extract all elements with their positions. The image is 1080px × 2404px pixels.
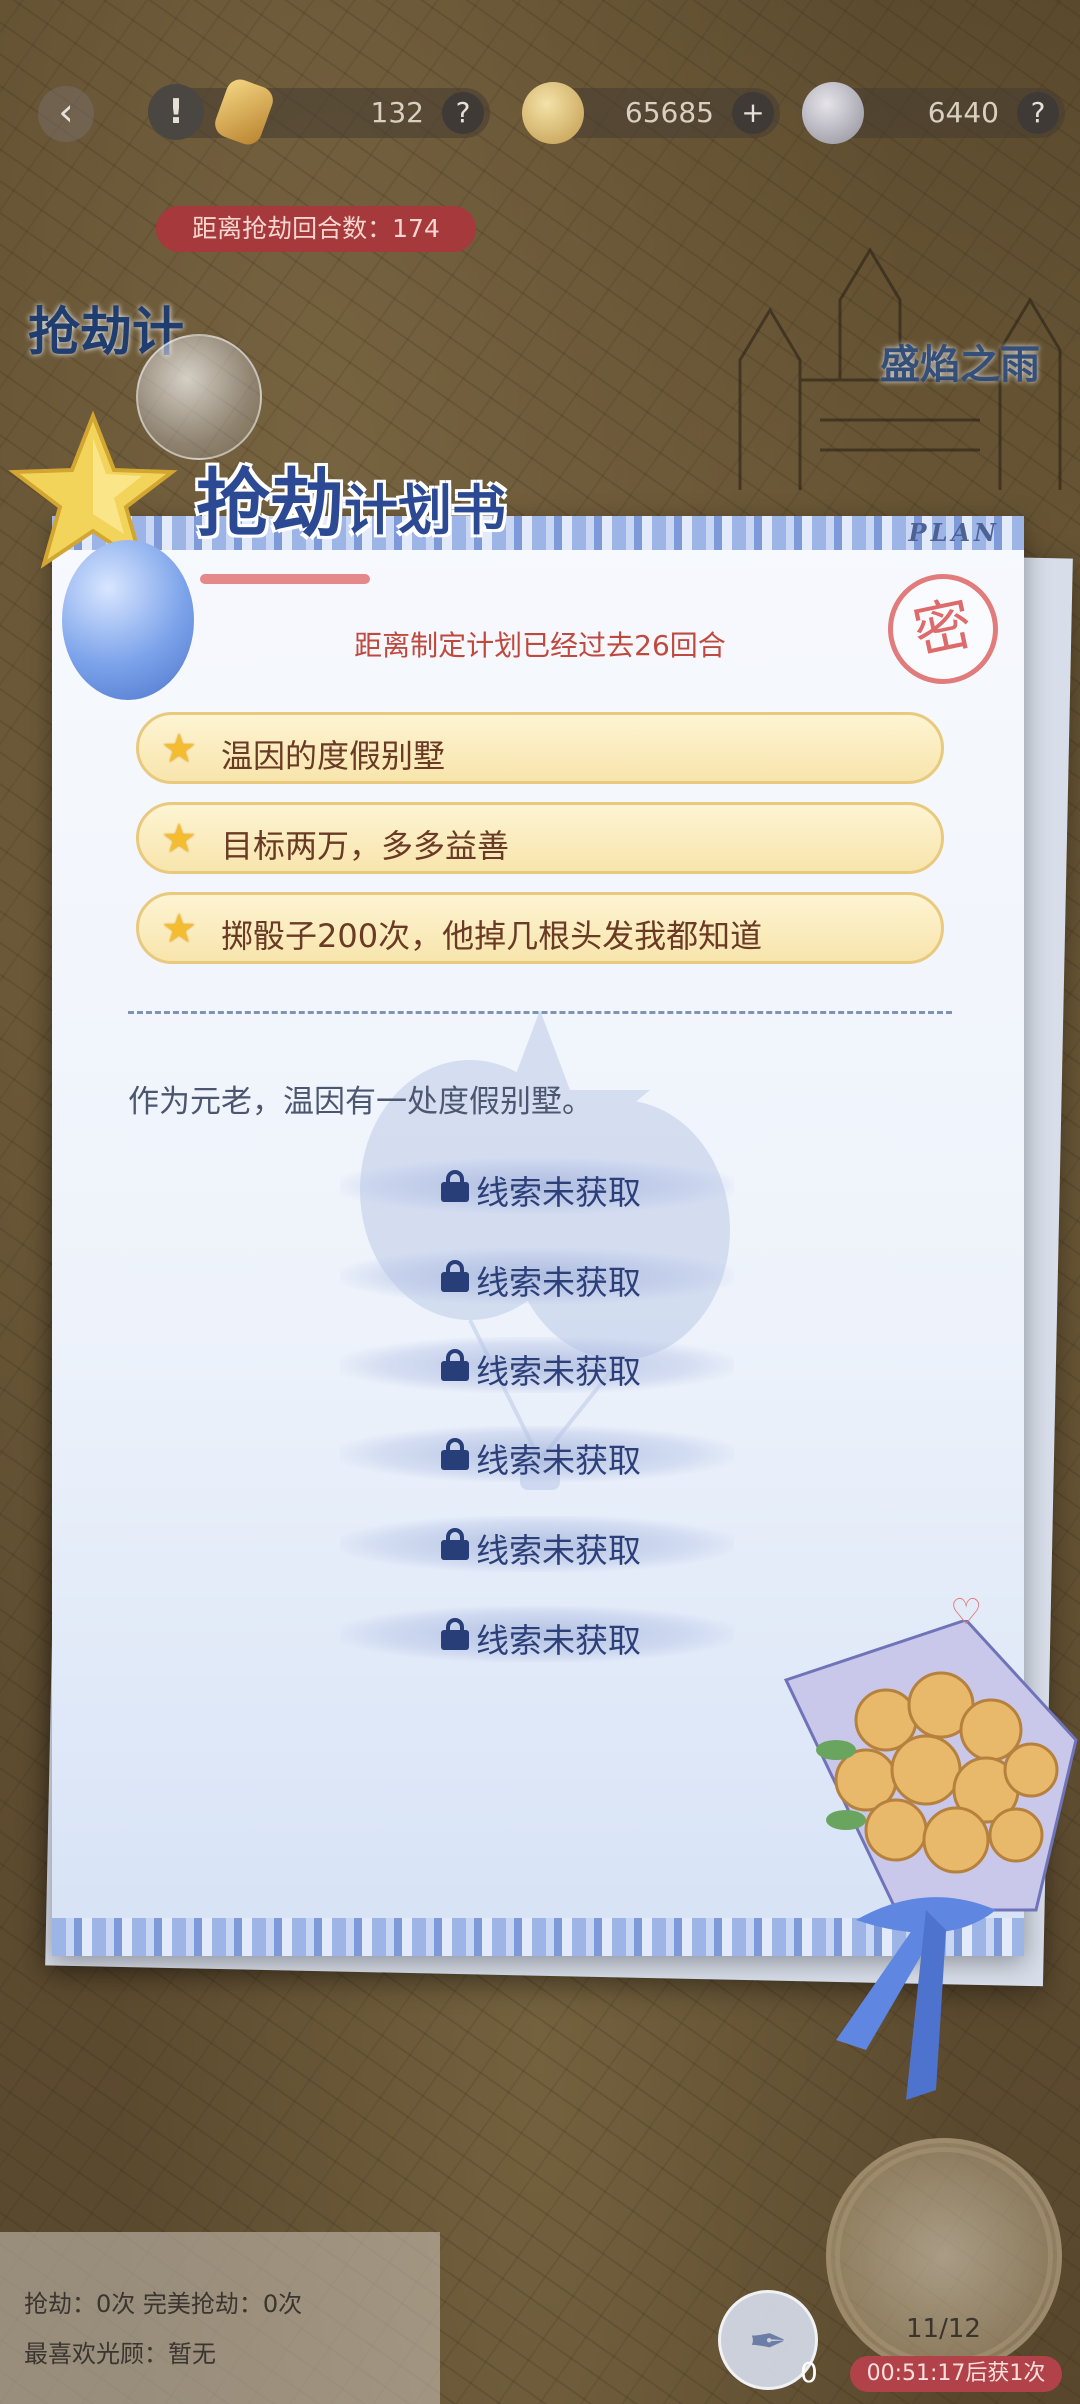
section-divider: [128, 1011, 952, 1014]
crystal-icon: [211, 75, 277, 149]
robbery-countdown: 距离抢劫回合数：174: [156, 206, 476, 252]
star-icon: ★: [161, 816, 197, 862]
lock-icon: [440, 1260, 470, 1292]
goal-text: 温因的度假别墅: [221, 737, 446, 775]
lock-icon: [440, 1349, 470, 1381]
robbery-count: 抢劫：0次 完美抢劫：0次: [24, 2290, 303, 2318]
add-coins-button[interactable]: +: [732, 92, 774, 134]
feather-coin-icon: [802, 82, 864, 144]
locked-clue[interactable]: 线索未获取: [340, 1606, 734, 1662]
title-char-1: 抢: [196, 461, 270, 547]
gem-help-button[interactable]: ?: [1017, 92, 1059, 134]
rose-bouquet-decoration: [783, 1620, 1078, 2100]
clue-label: 线索未获取: [476, 1352, 641, 1391]
item-resource: ! 132 ?: [148, 75, 490, 149]
locked-clue[interactable]: 线索未获取: [340, 1337, 734, 1393]
resource-bar: ‹ ! 132 ? 65685 + 6440 ?: [0, 75, 1080, 149]
lock-icon: [440, 1528, 470, 1560]
locked-clue[interactable]: 线索未获取: [340, 1248, 734, 1304]
goal-item: ★ 温因的度假别墅: [136, 712, 944, 784]
coin-count: 65685: [624, 96, 714, 129]
lock-icon: [440, 1170, 470, 1202]
feather-count: 0: [800, 2356, 818, 2389]
item-count: 132: [370, 96, 424, 129]
star-icon: ★: [161, 726, 197, 772]
robbery-stats-panel: 抢劫：0次 完美抢劫：0次 最喜欢光顾：暂无: [0, 2232, 440, 2404]
plan-tag: PLAN: [908, 518, 1000, 547]
goal-item: ★ 掷骰子200次，他掉几根头发我都知道: [136, 892, 944, 964]
locked-clue[interactable]: 线索未获取: [340, 1516, 734, 1572]
goal-text: 掷骰子200次，他掉几根头发我都知道: [221, 917, 763, 955]
card-title: 抢劫计划书: [196, 444, 506, 564]
title-char-2: 劫: [270, 461, 344, 547]
coin-resource: 65685 +: [522, 82, 780, 144]
locked-clue[interactable]: 线索未获取: [340, 1426, 734, 1482]
clue-label: 线索未获取: [476, 1441, 641, 1480]
blue-balloon-decoration: [62, 540, 194, 700]
coin-icon: [522, 82, 584, 144]
title-rest: 计划书: [344, 478, 506, 542]
star-icon: ★: [161, 906, 197, 952]
alert-icon[interactable]: !: [148, 84, 204, 140]
goal-item: ★ 目标两万，多多益善: [136, 802, 944, 874]
goal-text: 目标两万，多多益善: [221, 827, 510, 865]
event-banner-title[interactable]: 盛焰之雨: [880, 332, 1040, 390]
clue-label: 线索未获取: [476, 1173, 641, 1212]
gem-count: 6440: [927, 96, 999, 129]
locked-clue[interactable]: 线索未获取: [340, 1158, 734, 1214]
dice-progress: 11/12: [906, 2314, 981, 2344]
item-help-button[interactable]: ?: [442, 92, 484, 134]
gem-resource: 6440 ?: [802, 82, 1065, 144]
back-button[interactable]: ‹: [38, 86, 94, 142]
clue-label: 线索未获取: [476, 1263, 641, 1302]
clue-label: 线索未获取: [476, 1531, 641, 1570]
dice-refill-timer: 00:51:17后获1次: [850, 2356, 1062, 2392]
plan-description: 作为元老，温因有一处度假别墅。: [128, 1084, 593, 1120]
clue-label: 线索未获取: [476, 1621, 641, 1660]
lock-icon: [440, 1618, 470, 1650]
favorite-patron: 最喜欢光顾：暂无: [24, 2340, 216, 2368]
title-underline: [200, 574, 370, 584]
lock-icon: [440, 1438, 470, 1470]
heart-icon: ♡: [950, 1592, 983, 1633]
